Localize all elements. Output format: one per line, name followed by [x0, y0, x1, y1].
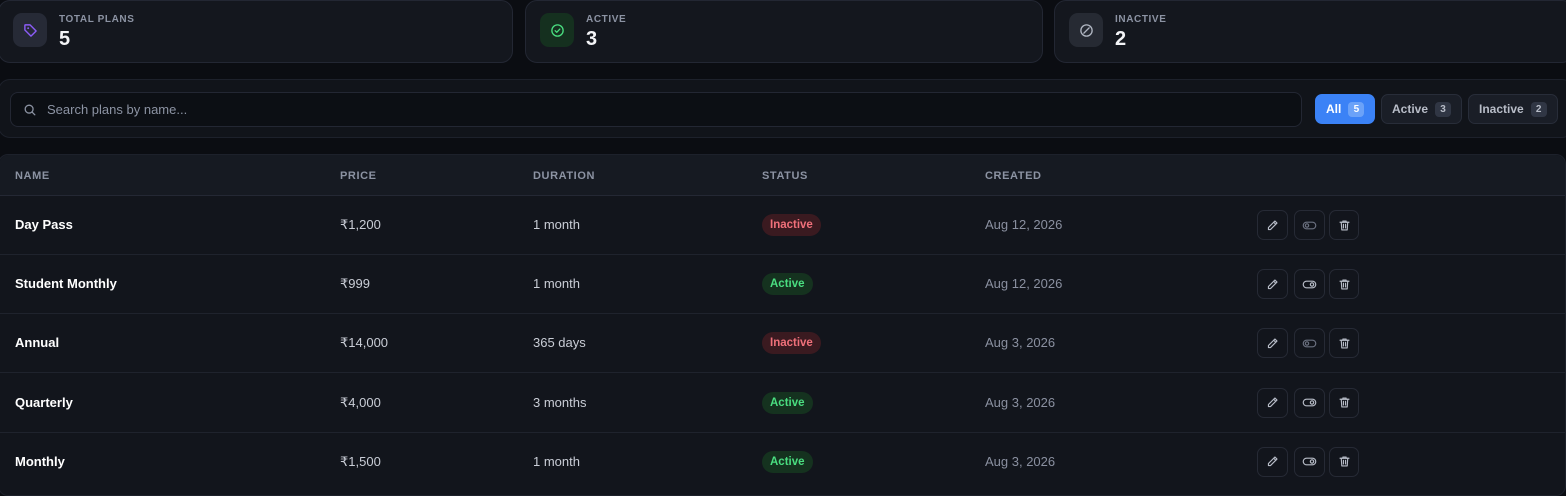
plan-price: ₹999	[340, 276, 370, 292]
stat-value: 2	[1115, 28, 1127, 50]
delete-button[interactable]	[1329, 387, 1359, 418]
delete-button[interactable]	[1329, 328, 1359, 359]
filter-active-button[interactable]: Active 3	[1381, 94, 1462, 124]
column-header-duration[interactable]: DURATION	[533, 170, 595, 182]
filter-count-badge: 3	[1435, 101, 1452, 117]
trash-icon	[1338, 219, 1351, 232]
tag-icon	[13, 13, 47, 47]
status-badge: Inactive	[762, 332, 821, 355]
pencil-icon	[1266, 337, 1279, 350]
trash-icon	[1338, 396, 1351, 409]
filter-count-badge: 5	[1348, 101, 1365, 117]
plan-price: ₹1,500	[340, 453, 381, 469]
search-input[interactable]	[47, 93, 1287, 126]
trash-icon	[1338, 278, 1351, 291]
toolbar: All 5 Active 3 Inactive 2	[0, 79, 1566, 138]
plan-created-date: Aug 3, 2026	[985, 453, 1056, 469]
toggle-status-button[interactable]	[1294, 210, 1325, 240]
delete-button[interactable]	[1329, 446, 1359, 477]
plan-name: Annual	[15, 335, 60, 351]
delete-button[interactable]	[1329, 210, 1359, 240]
stat-label: INACTIVE	[1115, 14, 1167, 25]
plan-name: Quarterly	[15, 394, 73, 410]
filter-label: Inactive	[1479, 102, 1524, 116]
plan-name: Monthly	[15, 453, 65, 469]
stat-value: 3	[586, 28, 598, 50]
plan-created-date: Aug 12, 2026	[985, 217, 1063, 232]
plan-duration: 1 month	[533, 217, 580, 232]
edit-button[interactable]	[1257, 446, 1288, 477]
toggle-icon	[1302, 337, 1317, 350]
toggle-status-button[interactable]	[1294, 446, 1325, 477]
edit-button[interactable]	[1257, 387, 1288, 418]
edit-button[interactable]	[1257, 210, 1288, 240]
table-row: Monthly ₹1,500 1 month Active Aug 3, 2026	[0, 433, 1565, 492]
pencil-icon	[1266, 219, 1279, 232]
plan-duration: 3 months	[533, 394, 587, 410]
status-badge: Active	[762, 273, 813, 296]
plan-duration: 1 month	[533, 453, 580, 469]
edit-button[interactable]	[1257, 328, 1288, 359]
trash-icon	[1338, 337, 1351, 350]
plan-price: ₹4,000	[340, 394, 381, 410]
filter-count-badge: 2	[1530, 101, 1547, 117]
status-badge: Inactive	[762, 214, 821, 236]
stat-value: 5	[59, 28, 71, 50]
filter-all-button[interactable]: All 5	[1315, 94, 1375, 124]
plan-name: Day Pass	[15, 217, 73, 232]
delete-button[interactable]	[1329, 269, 1359, 300]
plan-created-date: Aug 12, 2026	[985, 276, 1063, 292]
toggle-status-button[interactable]	[1294, 269, 1325, 300]
stat-label: ACTIVE	[586, 14, 627, 25]
edit-button[interactable]	[1257, 269, 1288, 300]
table-row: Annual ₹14,000 365 days Inactive Aug 3, 2026	[0, 314, 1565, 374]
plan-price: ₹14,000	[340, 335, 389, 351]
stats-row: TOTAL PLANS 5 ACTIVE 3 INACTIVE 2	[0, 0, 1566, 63]
table-row: Quarterly ₹4,000 3 months Active Aug 3, 2026	[0, 374, 1565, 433]
stat-label: TOTAL PLANS	[59, 14, 135, 25]
toggle-icon	[1302, 278, 1317, 291]
stat-card-active: ACTIVE 3	[525, 0, 1043, 63]
status-badge: Active	[762, 450, 813, 473]
search-icon	[24, 104, 36, 116]
column-header-name[interactable]: NAME	[15, 170, 50, 182]
filter-label: Active	[1392, 102, 1429, 116]
toggle-status-button[interactable]	[1294, 387, 1325, 418]
filter-inactive-button[interactable]: Inactive 2	[1468, 94, 1558, 124]
table-row: Student Monthly ₹999 1 month Active Aug 12, …	[0, 255, 1565, 315]
pencil-icon	[1266, 455, 1279, 468]
toggle-icon	[1302, 455, 1317, 468]
toggle-icon	[1302, 219, 1317, 232]
status-badge: Active	[762, 391, 813, 414]
pencil-icon	[1266, 278, 1279, 291]
trash-icon	[1338, 455, 1351, 468]
toggle-status-button[interactable]	[1294, 328, 1325, 359]
pencil-icon	[1266, 396, 1279, 409]
column-header-created[interactable]: CREATED	[985, 170, 1042, 182]
plan-created-date: Aug 3, 2026	[985, 394, 1056, 410]
stat-card-total-plans: TOTAL PLANS 5	[0, 0, 513, 63]
ban-circle-icon	[1069, 13, 1103, 47]
plan-duration: 365 days	[533, 335, 586, 351]
table-row: Day Pass ₹1,200 1 month Inactive Aug 12, 202…	[0, 196, 1565, 255]
filter-label: All	[1326, 102, 1342, 116]
plans-table: NAME PRICE DURATION STATUS CREATED Day P…	[0, 154, 1566, 496]
column-header-price[interactable]: PRICE	[340, 170, 377, 182]
check-circle-icon	[540, 13, 574, 47]
plan-duration: 1 month	[533, 276, 580, 292]
plan-created-date: Aug 3, 2026	[985, 335, 1056, 351]
toggle-icon	[1302, 396, 1317, 409]
stat-card-inactive: INACTIVE 2	[1054, 0, 1566, 63]
plan-name: Student Monthly	[15, 276, 117, 292]
table-header: NAME PRICE DURATION STATUS CREATED	[0, 155, 1565, 196]
search-box	[10, 92, 1302, 127]
column-header-status[interactable]: STATUS	[762, 170, 808, 182]
plan-price: ₹1,200	[340, 217, 381, 232]
